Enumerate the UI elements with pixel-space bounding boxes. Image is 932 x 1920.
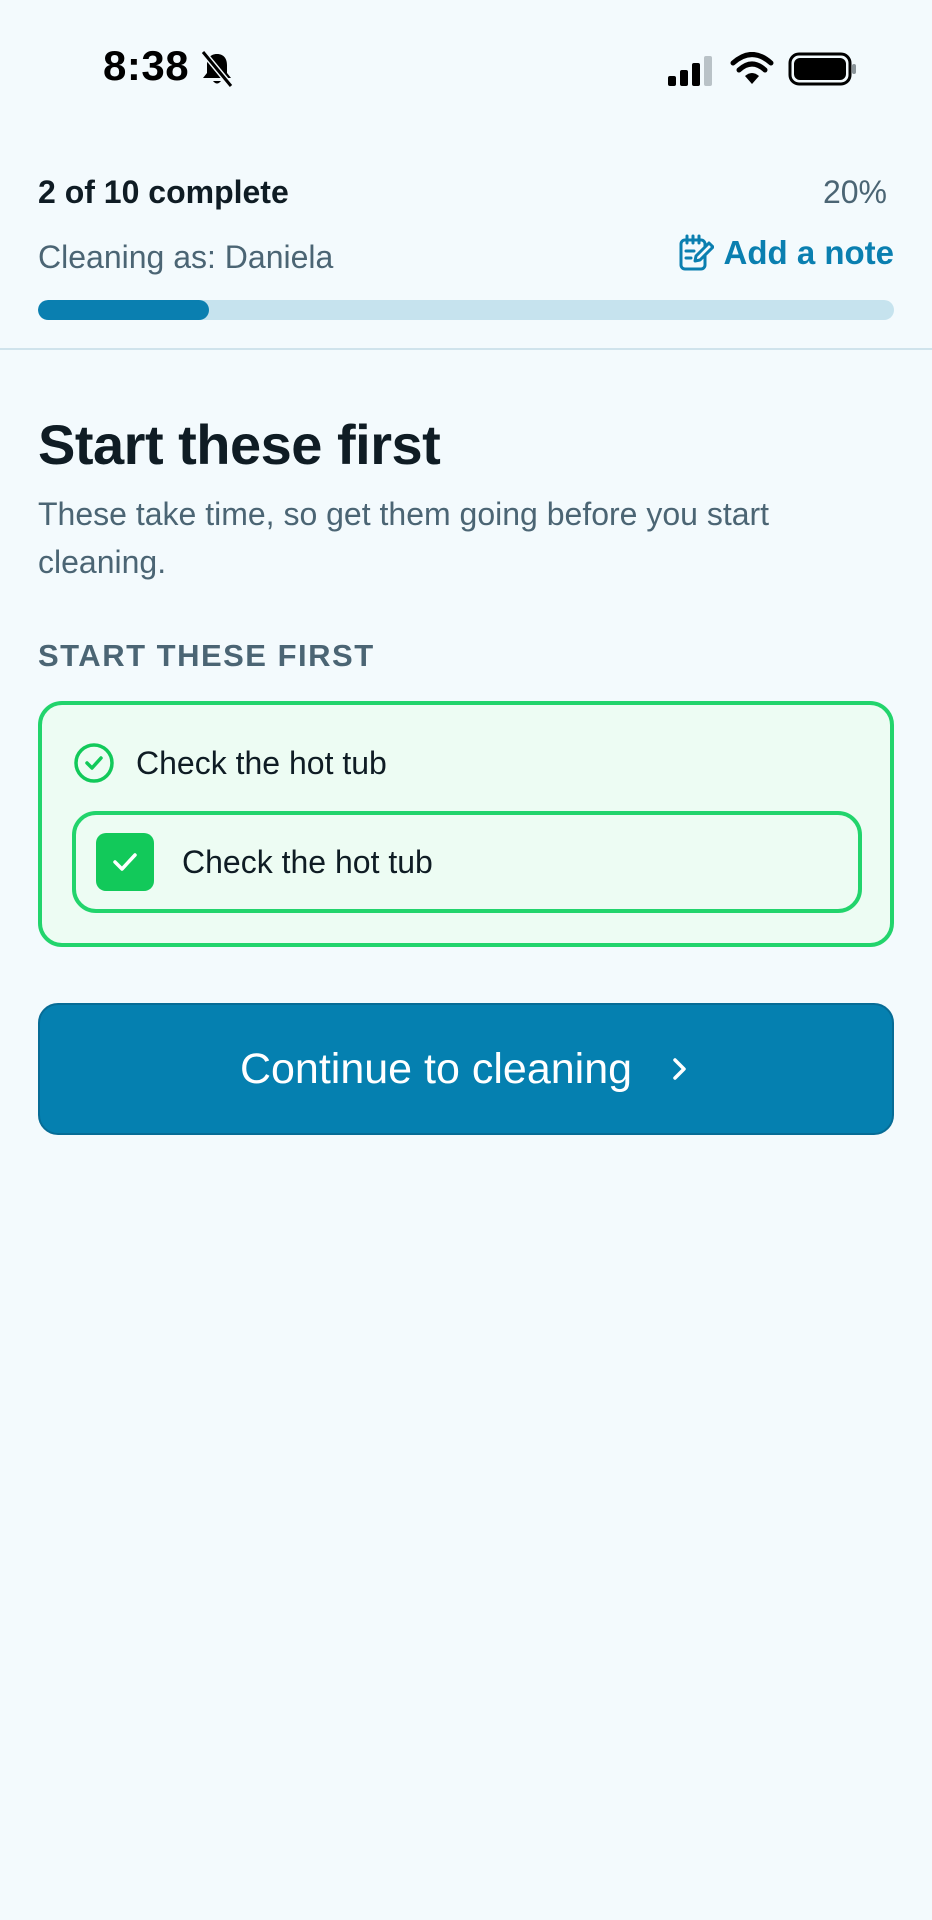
progress-count: 2 of 10 complete [38, 174, 289, 210]
progress-header: 2 of 10 complete 20% Cleaning as: Daniel… [0, 130, 932, 350]
battery-icon [788, 52, 856, 86]
subtask-row[interactable]: Check the hot tub [72, 811, 862, 913]
task-header: Check the hot tub [72, 741, 387, 785]
chevron-right-icon [673, 1058, 686, 1080]
progress-percent: 20% [822, 174, 887, 210]
task-card: Check the hot tub Check the hot tub [38, 701, 894, 947]
page-subtitle: These take time, so get them going befor… [38, 496, 770, 580]
continue-button-label: Continue to cleaning [239, 1044, 633, 1093]
wifi-icon [730, 52, 774, 84]
status-bar: 8:38 [0, 0, 932, 130]
check-circle-icon [74, 743, 114, 783]
progress-bar-fill [38, 300, 210, 320]
continue-to-cleaning-button[interactable]: Continue to cleaning [38, 1003, 894, 1135]
add-note-label: Add a note [723, 234, 895, 271]
page-title: Start these first [38, 413, 441, 476]
subtask-checkbox[interactable] [96, 833, 154, 891]
checkmark-icon [113, 853, 137, 871]
task-title: Check the hot tub [136, 744, 387, 781]
signal-icon [668, 56, 712, 86]
subtask-label: Check the hot tub [182, 843, 433, 880]
progress-bar [38, 300, 894, 320]
section-label: START THESE FIRST [38, 638, 375, 673]
add-note-button[interactable]: Add a note [678, 234, 895, 272]
cleaning-as-label: Cleaning as: Daniela [38, 239, 334, 275]
bell-slash-icon [200, 50, 234, 88]
status-time: 8:38 [103, 42, 190, 89]
note-edit-icon [679, 234, 714, 271]
